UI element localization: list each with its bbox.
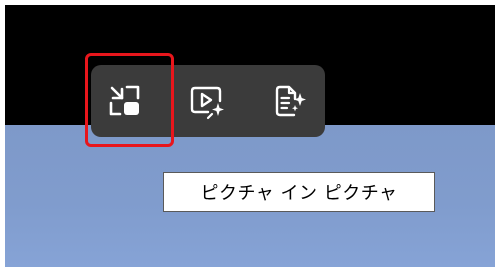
tooltip: ピクチャ イン ピクチャ: [163, 172, 435, 212]
tooltip-text: ピクチャ イン ピクチャ: [200, 183, 398, 204]
screenshot-frame: ピクチャ イン ピクチャ: [5, 5, 495, 267]
video-sparkle-button[interactable]: [181, 75, 233, 127]
highlight-box: [85, 53, 174, 147]
video-sparkle-icon: [190, 86, 224, 120]
document-sparkle-icon: [275, 85, 306, 117]
document-sparkle-button[interactable]: [263, 75, 315, 127]
